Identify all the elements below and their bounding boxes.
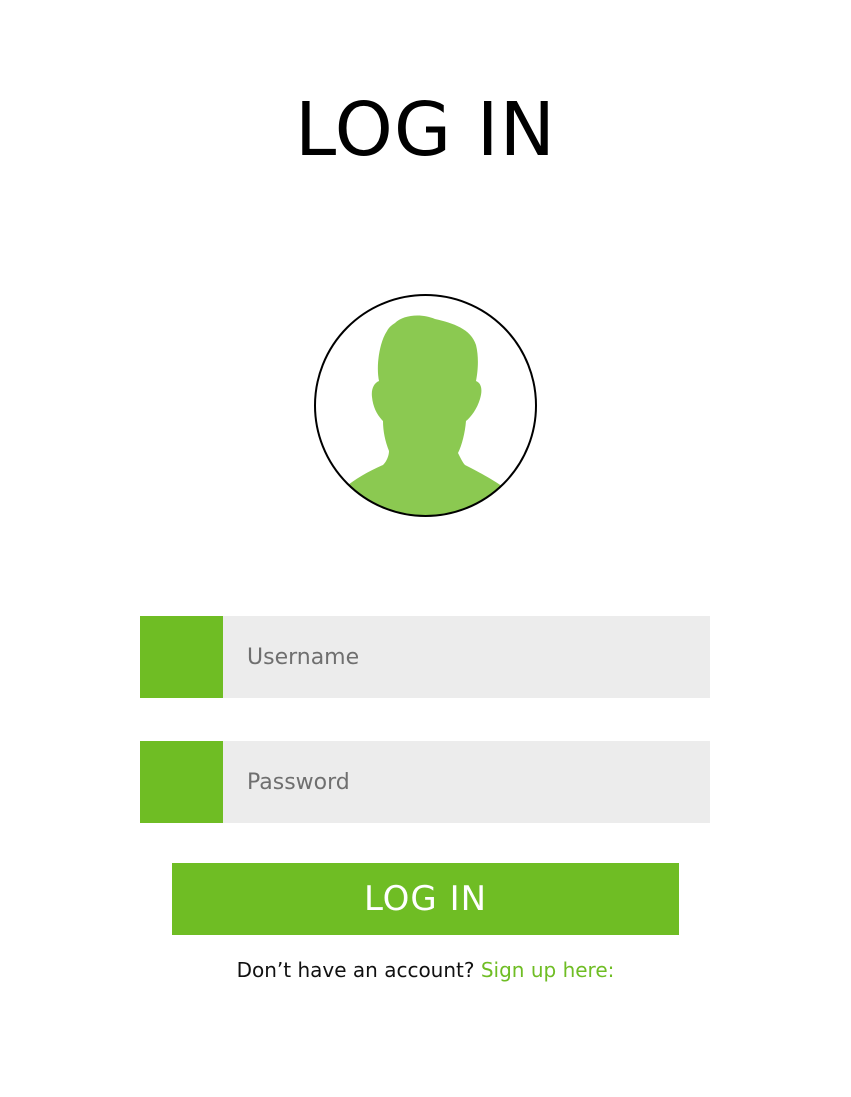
login-button[interactable]: LOG IN	[172, 863, 679, 935]
user-silhouette-icon	[314, 294, 537, 517]
signup-line: Don’t have an account? Sign up here:	[0, 958, 851, 982]
username-field[interactable]	[140, 616, 710, 698]
signup-link[interactable]: Sign up here:	[481, 958, 615, 982]
avatar	[313, 293, 538, 518]
signup-prompt: Don’t have an account?	[236, 958, 475, 982]
page-title: LOG IN	[295, 87, 556, 173]
password-input[interactable]	[223, 741, 710, 823]
password-field[interactable]	[140, 741, 710, 823]
username-input[interactable]	[223, 616, 710, 698]
username-icon-block	[140, 616, 223, 698]
password-icon-block	[140, 741, 223, 823]
